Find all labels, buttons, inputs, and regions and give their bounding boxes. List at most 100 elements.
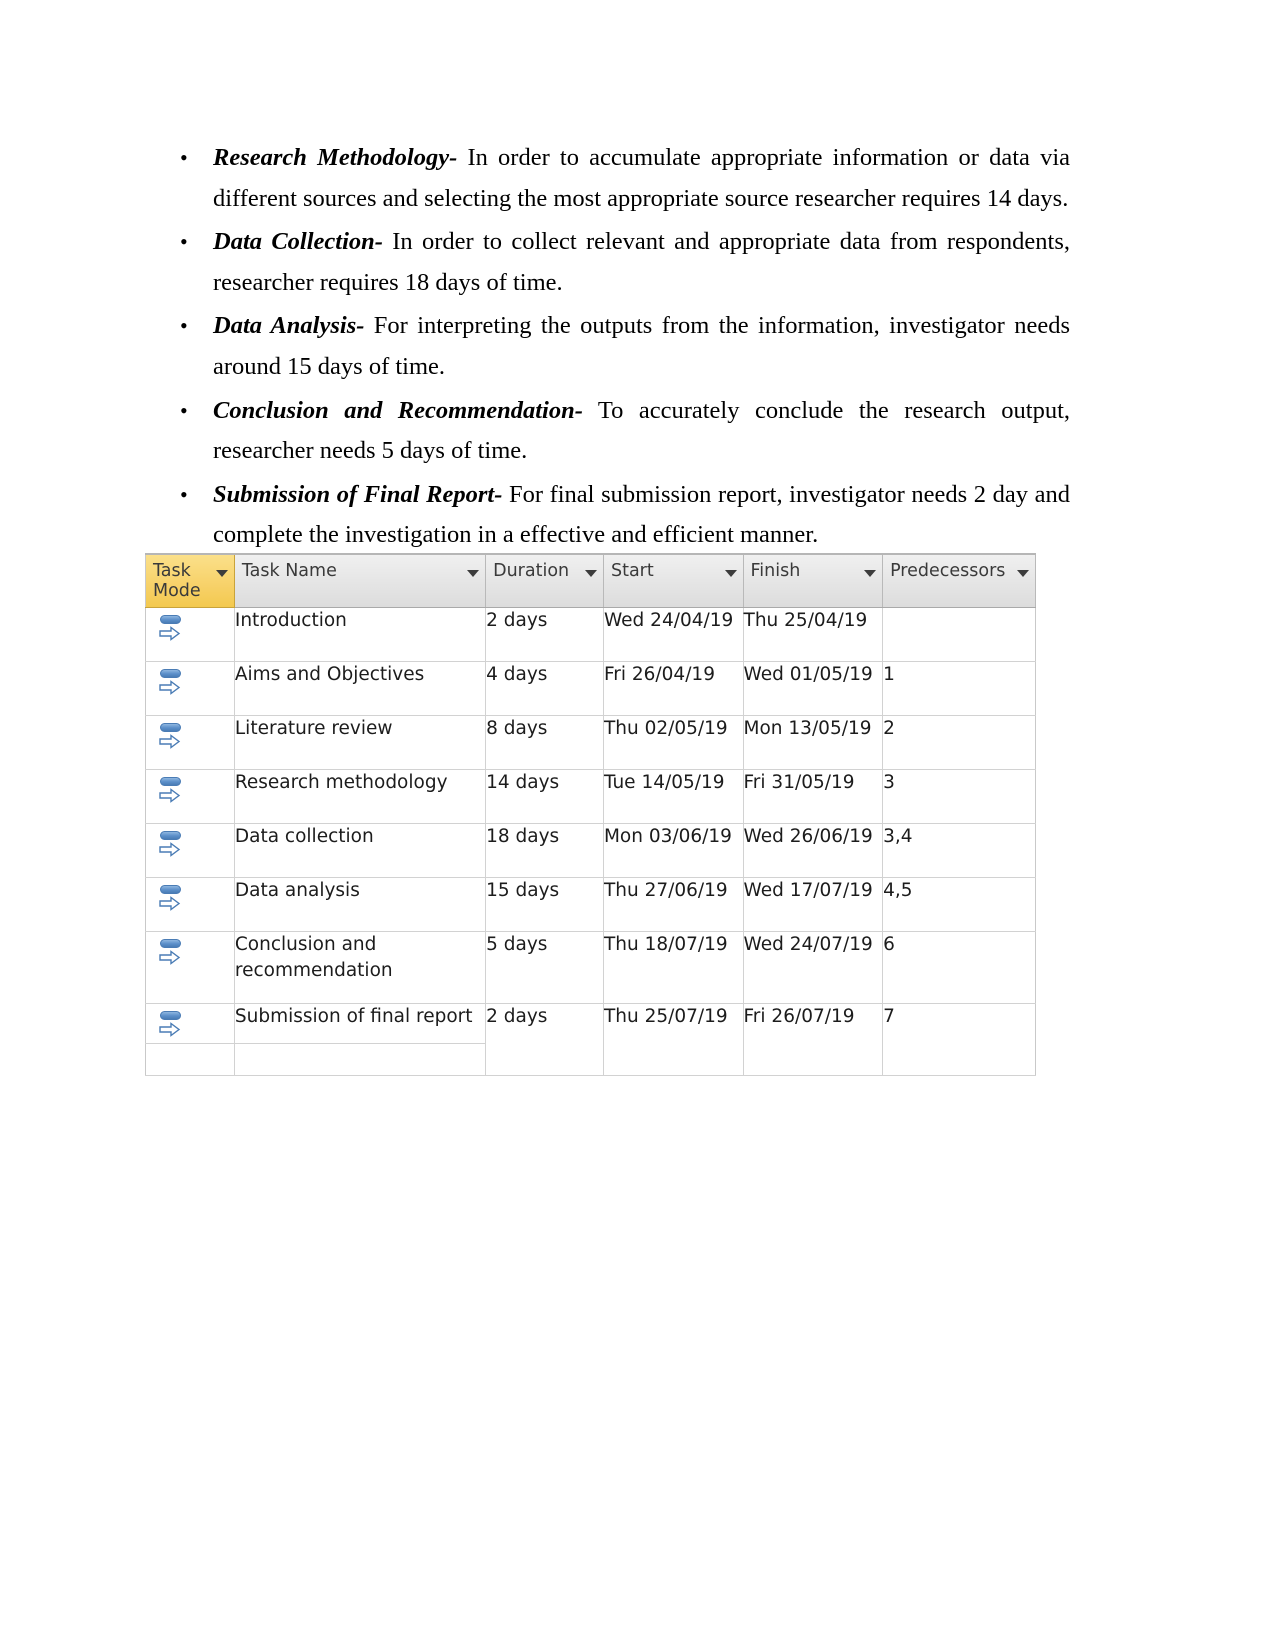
cell-duration[interactable]: 18 days	[485, 823, 604, 878]
arrow-right-icon	[159, 896, 181, 911]
cell-finish[interactable]: Wed 17/07/19	[743, 877, 884, 932]
auto-scheduled-bar-icon	[160, 723, 181, 732]
cell-predecessors[interactable]: 7	[882, 1003, 1036, 1076]
auto-scheduled-bar-icon	[160, 831, 181, 840]
column-header-predecessors[interactable]: Predecessors	[882, 554, 1036, 608]
cell-task-name[interactable]: Data collection	[234, 823, 487, 878]
chevron-down-icon[interactable]	[215, 570, 228, 577]
cell-task-mode[interactable]	[145, 769, 235, 824]
column-header-label: Finish	[750, 561, 801, 581]
table-row[interactable]: Research methodology 14 days Tue 14/05/19 F…	[145, 769, 1036, 824]
auto-scheduled-icon[interactable]	[158, 614, 188, 644]
auto-scheduled-bar-icon	[160, 615, 181, 624]
cell-predecessors[interactable]: 2	[882, 715, 1036, 770]
cell-duration[interactable]: 8 days	[485, 715, 604, 770]
cell-predecessors[interactable]: 3	[882, 769, 1036, 824]
table-row[interactable]: Aims and Objectives 4 days Fri 26/04/19 Wed…	[145, 661, 1036, 716]
cell-finish[interactable]: Fri 26/07/19	[743, 1003, 884, 1076]
auto-scheduled-icon[interactable]	[158, 776, 188, 806]
cell-task-mode[interactable]	[145, 877, 235, 932]
bullet-lead-term: Submission of Final Report-	[213, 480, 503, 508]
cell-start[interactable]: Thu 27/06/19	[603, 877, 744, 932]
cell-start[interactable]: Mon 03/06/19	[603, 823, 744, 878]
table-header-row: Task Mode Task Name Duration Start Finish Pre…	[145, 554, 1036, 608]
chevron-down-icon[interactable]	[584, 570, 597, 577]
list-item: • Conclusion and Recommendation- To accur…	[175, 391, 1070, 472]
cell-start[interactable]: Thu 25/07/19	[603, 1003, 744, 1076]
cell-duration[interactable]: 2 days	[485, 1003, 604, 1076]
bullet-lead-term: Data Collection-	[213, 228, 383, 256]
cell-task-name[interactable]: Submission of final report	[234, 1003, 487, 1076]
cell-finish[interactable]: Wed 01/05/19	[743, 661, 884, 716]
list-item: • Data Collection- In order to collect re…	[175, 222, 1070, 303]
auto-scheduled-icon[interactable]	[158, 884, 188, 914]
cell-task-name[interactable]: Aims and Objectives	[234, 661, 487, 716]
cell-task-mode[interactable]	[145, 931, 235, 1004]
auto-scheduled-icon[interactable]	[158, 722, 188, 752]
cell-start[interactable]: Tue 14/05/19	[603, 769, 744, 824]
table-row[interactable]: Submission of final report 2 days Thu 25/0…	[145, 1003, 1036, 1076]
auto-scheduled-bar-icon	[160, 669, 181, 678]
cell-start[interactable]: Wed 24/04/19	[603, 607, 744, 662]
cell-predecessors[interactable]: 3,4	[882, 823, 1036, 878]
gantt-task-table: Task Mode Task Name Duration Start Finish Pre…	[145, 553, 1036, 1076]
cell-task-name[interactable]: Research methodology	[234, 769, 487, 824]
table-bottom-edge	[145, 1043, 485, 1044]
chevron-down-icon[interactable]	[724, 570, 737, 577]
cell-start[interactable]: Thu 18/07/19	[603, 931, 744, 1004]
chevron-down-icon[interactable]	[467, 570, 480, 577]
bullet-lead-term: Conclusion and Recommendation-	[213, 396, 583, 424]
column-header-label: Predecessors	[890, 561, 1006, 581]
cell-task-mode[interactable]	[145, 1003, 235, 1076]
column-header-finish[interactable]: Finish	[743, 554, 884, 608]
table-row[interactable]: Conclusion and recommendation 5 days Thu 1…	[145, 931, 1036, 1004]
auto-scheduled-icon[interactable]	[158, 830, 188, 860]
cell-start[interactable]: Fri 26/04/19	[603, 661, 744, 716]
arrow-right-icon	[159, 842, 181, 857]
column-header-label: Task Mode	[153, 561, 201, 601]
auto-scheduled-icon[interactable]	[158, 1010, 188, 1040]
table-row[interactable]: Introduction 2 days Wed 24/04/19 Thu 25/04/…	[145, 607, 1036, 662]
cell-task-mode[interactable]	[145, 607, 235, 662]
cell-finish[interactable]: Fri 31/05/19	[743, 769, 884, 824]
cell-task-mode[interactable]	[145, 823, 235, 878]
cell-finish[interactable]: Thu 25/04/19	[743, 607, 884, 662]
cell-task-name[interactable]: Data analysis	[234, 877, 487, 932]
cell-duration[interactable]: 5 days	[485, 931, 604, 1004]
cell-predecessors[interactable]	[882, 607, 1036, 662]
chevron-down-icon[interactable]	[1017, 570, 1029, 577]
arrow-right-icon	[159, 626, 181, 641]
column-header-task_mode[interactable]: Task Mode	[145, 554, 235, 608]
cell-task-name[interactable]: Literature review	[234, 715, 487, 770]
cell-predecessors[interactable]: 4,5	[882, 877, 1036, 932]
cell-start[interactable]: Thu 02/05/19	[603, 715, 744, 770]
cell-duration[interactable]: 15 days	[485, 877, 604, 932]
auto-scheduled-bar-icon	[160, 939, 181, 948]
cell-task-mode[interactable]	[145, 661, 235, 716]
cell-task-name[interactable]: Introduction	[234, 607, 487, 662]
activity-bullet-list: • Research Methodology- In order to accum…	[175, 138, 1070, 559]
auto-scheduled-icon[interactable]	[158, 938, 188, 968]
cell-duration[interactable]: 4 days	[485, 661, 604, 716]
chevron-down-icon[interactable]	[864, 570, 877, 577]
column-header-label: Task Name	[241, 561, 337, 581]
cell-duration[interactable]: 2 days	[485, 607, 604, 662]
cell-finish[interactable]: Mon 13/05/19	[743, 715, 884, 770]
auto-scheduled-icon[interactable]	[158, 668, 188, 698]
cell-task-mode[interactable]	[145, 715, 235, 770]
cell-finish[interactable]: Wed 24/07/19	[743, 931, 884, 1004]
column-header-task_name[interactable]: Task Name	[234, 554, 487, 608]
arrow-right-icon	[159, 1022, 181, 1037]
auto-scheduled-bar-icon	[160, 777, 181, 786]
table-row[interactable]: Literature review 8 days Thu 02/05/19 Mon 1…	[145, 715, 1036, 770]
cell-predecessors[interactable]: 1	[882, 661, 1036, 716]
arrow-right-icon	[159, 680, 181, 695]
table-row[interactable]: Data collection 18 days Mon 03/06/19 Wed 26…	[145, 823, 1036, 878]
cell-finish[interactable]: Wed 26/06/19	[743, 823, 884, 878]
table-row[interactable]: Data analysis 15 days Thu 27/06/19 Wed 17/0…	[145, 877, 1036, 932]
cell-duration[interactable]: 14 days	[485, 769, 604, 824]
cell-task-name[interactable]: Conclusion and recommendation	[234, 931, 487, 1004]
column-header-duration[interactable]: Duration	[485, 554, 604, 608]
column-header-start[interactable]: Start	[603, 554, 744, 608]
cell-predecessors[interactable]: 6	[882, 931, 1036, 1004]
